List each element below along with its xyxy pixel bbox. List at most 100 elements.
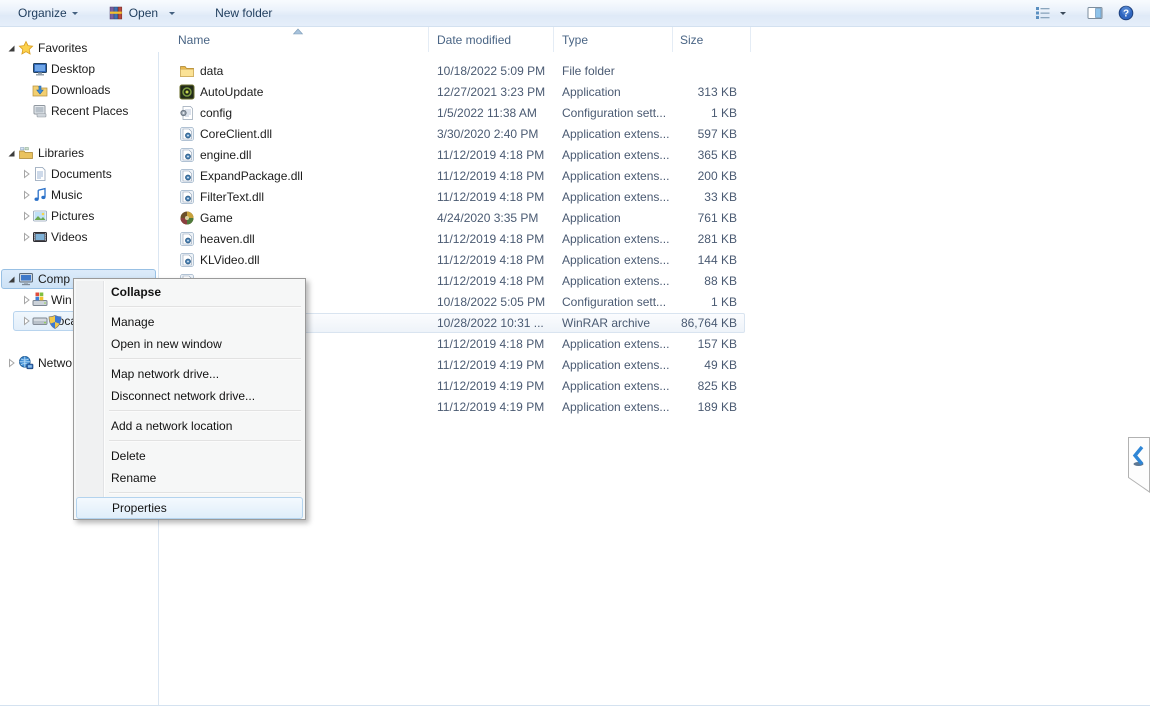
file-row-expandpackage-dll[interactable]: ExpandPackage.dll 11/12/2019 4:18 PM App… bbox=[158, 166, 928, 187]
new-folder-button[interactable]: New folder bbox=[209, 1, 278, 25]
expander-icon[interactable] bbox=[20, 231, 32, 243]
column-divider[interactable] bbox=[428, 27, 429, 52]
file-size: 1 KB bbox=[608, 106, 737, 120]
recent-places-icon bbox=[32, 103, 48, 119]
file-size: 86,764 KB bbox=[608, 316, 737, 330]
menu-item-label: Properties bbox=[112, 501, 167, 515]
sidebar-item-libraries[interactable]: Libraries bbox=[0, 143, 158, 164]
expander-icon[interactable] bbox=[5, 273, 17, 285]
expander-icon[interactable] bbox=[20, 210, 32, 222]
help-icon[interactable]: ? bbox=[1118, 5, 1134, 21]
file-size: 157 KB bbox=[608, 337, 737, 351]
panel-toggle-tab[interactable] bbox=[1128, 437, 1150, 493]
uac-shield-icon bbox=[47, 314, 63, 330]
file-size: 49 KB bbox=[608, 358, 737, 372]
file-size: 281 KB bbox=[608, 232, 737, 246]
sidebar-item-pictures[interactable]: Pictures bbox=[0, 206, 158, 227]
file-size: 597 KB bbox=[608, 127, 737, 141]
column-divider[interactable] bbox=[553, 27, 554, 52]
file-name: engine.dll bbox=[200, 148, 251, 162]
documents-icon bbox=[32, 166, 48, 182]
file-size: 189 KB bbox=[608, 400, 737, 414]
menu-item-delete[interactable]: Delete bbox=[76, 445, 303, 467]
menu-item-properties[interactable]: Properties bbox=[76, 497, 303, 519]
file-row-game[interactable]: Game 4/24/2020 3:35 PM Application 761 K… bbox=[158, 208, 928, 229]
file-row-data[interactable]: data 10/18/2022 5:09 PM File folder bbox=[158, 61, 928, 82]
expander-icon[interactable] bbox=[5, 147, 17, 159]
menu-item-map-network-drive[interactable]: Map network drive... bbox=[76, 363, 303, 385]
file-row-coreclient-dll[interactable]: CoreClient.dll 3/30/2020 2:40 PM Applica… bbox=[158, 124, 928, 145]
file-name: config bbox=[200, 106, 232, 120]
open-button[interactable]: Open bbox=[102, 1, 181, 25]
sidebar-item-downloads[interactable]: Downloads bbox=[0, 80, 158, 101]
chevron-down-icon bbox=[169, 12, 175, 18]
toolbar-right-group: ? bbox=[1035, 5, 1134, 21]
sidebar-item-desktop[interactable]: Desktop bbox=[0, 59, 158, 80]
menu-item-label: Add a network location bbox=[111, 419, 232, 433]
menu-separator bbox=[76, 303, 303, 311]
menu-item-manage[interactable]: Manage bbox=[76, 311, 303, 333]
file-row-filtertext-dll[interactable]: FilterText.dll 11/12/2019 4:18 PM Applic… bbox=[158, 187, 928, 208]
folder-icon bbox=[179, 63, 195, 79]
file-name: FilterText.dll bbox=[200, 190, 264, 204]
preview-pane-icon[interactable] bbox=[1087, 5, 1103, 21]
expander-icon[interactable] bbox=[20, 315, 32, 327]
file-size: 33 KB bbox=[608, 190, 737, 204]
sidebar-item-label: Documents bbox=[51, 167, 112, 181]
menu-item-label: Disconnect network drive... bbox=[111, 389, 255, 403]
expander-icon[interactable] bbox=[20, 168, 32, 180]
file-size: 313 KB bbox=[608, 85, 737, 99]
column-divider[interactable] bbox=[750, 27, 751, 52]
organize-button[interactable]: Organize bbox=[12, 1, 84, 25]
network-icon bbox=[18, 355, 34, 371]
expander-icon[interactable] bbox=[5, 42, 17, 54]
file-name: AutoUpdate bbox=[200, 85, 263, 99]
star-icon bbox=[18, 40, 34, 56]
svg-text:?: ? bbox=[1123, 9, 1129, 20]
file-date-modified: 1/5/2022 11:38 AM bbox=[437, 106, 537, 120]
column-header-size[interactable]: Size bbox=[680, 33, 703, 47]
menu-item-open-in-new-window[interactable]: Open in new window bbox=[76, 333, 303, 355]
file-row-autoupdate[interactable]: AutoUpdate 12/27/2021 3:23 PM Applicatio… bbox=[158, 82, 928, 103]
sidebar-item-label: Favorites bbox=[38, 41, 87, 55]
local-disk-icon bbox=[32, 313, 48, 329]
file-date-modified: 11/12/2019 4:18 PM bbox=[437, 190, 544, 204]
sidebar-item-label: Pictures bbox=[51, 209, 94, 223]
chevron-down-icon bbox=[72, 12, 78, 18]
file-size: 365 KB bbox=[608, 148, 737, 162]
column-divider[interactable] bbox=[672, 27, 673, 52]
file-row-config[interactable]: config 1/5/2022 11:38 AM Configuration s… bbox=[158, 103, 928, 124]
file-date-modified: 11/12/2019 4:18 PM bbox=[437, 253, 544, 267]
menu-item-disconnect-network-drive[interactable]: Disconnect network drive... bbox=[76, 385, 303, 407]
sidebar-item-videos[interactable]: Videos bbox=[0, 227, 158, 248]
sidebar-item-favorites[interactable]: Favorites bbox=[0, 38, 158, 59]
dll-icon bbox=[179, 189, 195, 205]
menu-item-label: Rename bbox=[111, 471, 156, 485]
sidebar-item-music[interactable]: Music bbox=[0, 185, 158, 206]
menu-item-collapse[interactable]: Collapse bbox=[76, 281, 303, 303]
sidebar-item-label: Comp bbox=[38, 272, 70, 286]
file-name: heaven.dll bbox=[200, 232, 255, 246]
expander-icon[interactable] bbox=[5, 357, 17, 369]
explorer-window: Organize Open New folder ? Favorites Des… bbox=[0, 0, 1150, 711]
computer-icon bbox=[18, 271, 34, 287]
file-date-modified: 11/12/2019 4:18 PM bbox=[437, 274, 544, 288]
file-size: 1 KB bbox=[608, 295, 737, 309]
views-dropdown-arrow-icon[interactable] bbox=[1060, 12, 1066, 18]
column-header-type[interactable]: Type bbox=[562, 33, 588, 47]
expander-icon[interactable] bbox=[20, 189, 32, 201]
column-header-date-modified[interactable]: Date modified bbox=[437, 33, 511, 47]
sidebar-item-documents[interactable]: Documents bbox=[0, 164, 158, 185]
sidebar-item-recent-places[interactable]: Recent Places bbox=[0, 101, 158, 122]
sidebar-item-label: Downloads bbox=[51, 83, 110, 97]
menu-item-rename[interactable]: Rename bbox=[76, 467, 303, 489]
column-header-name[interactable]: Name bbox=[178, 33, 210, 47]
sidebar-item-label: Desktop bbox=[51, 62, 95, 76]
menu-separator bbox=[76, 437, 303, 445]
views-icon[interactable] bbox=[1035, 5, 1051, 21]
file-row-engine-dll[interactable]: engine.dll 11/12/2019 4:18 PM Applicatio… bbox=[158, 145, 928, 166]
file-row-klvideo-dll[interactable]: KLVideo.dll 11/12/2019 4:18 PM Applicati… bbox=[158, 250, 928, 271]
expander-icon[interactable] bbox=[20, 294, 32, 306]
file-row-heaven-dll[interactable]: heaven.dll 11/12/2019 4:18 PM Applicatio… bbox=[158, 229, 928, 250]
menu-item-add-a-network-location[interactable]: Add a network location bbox=[76, 415, 303, 437]
